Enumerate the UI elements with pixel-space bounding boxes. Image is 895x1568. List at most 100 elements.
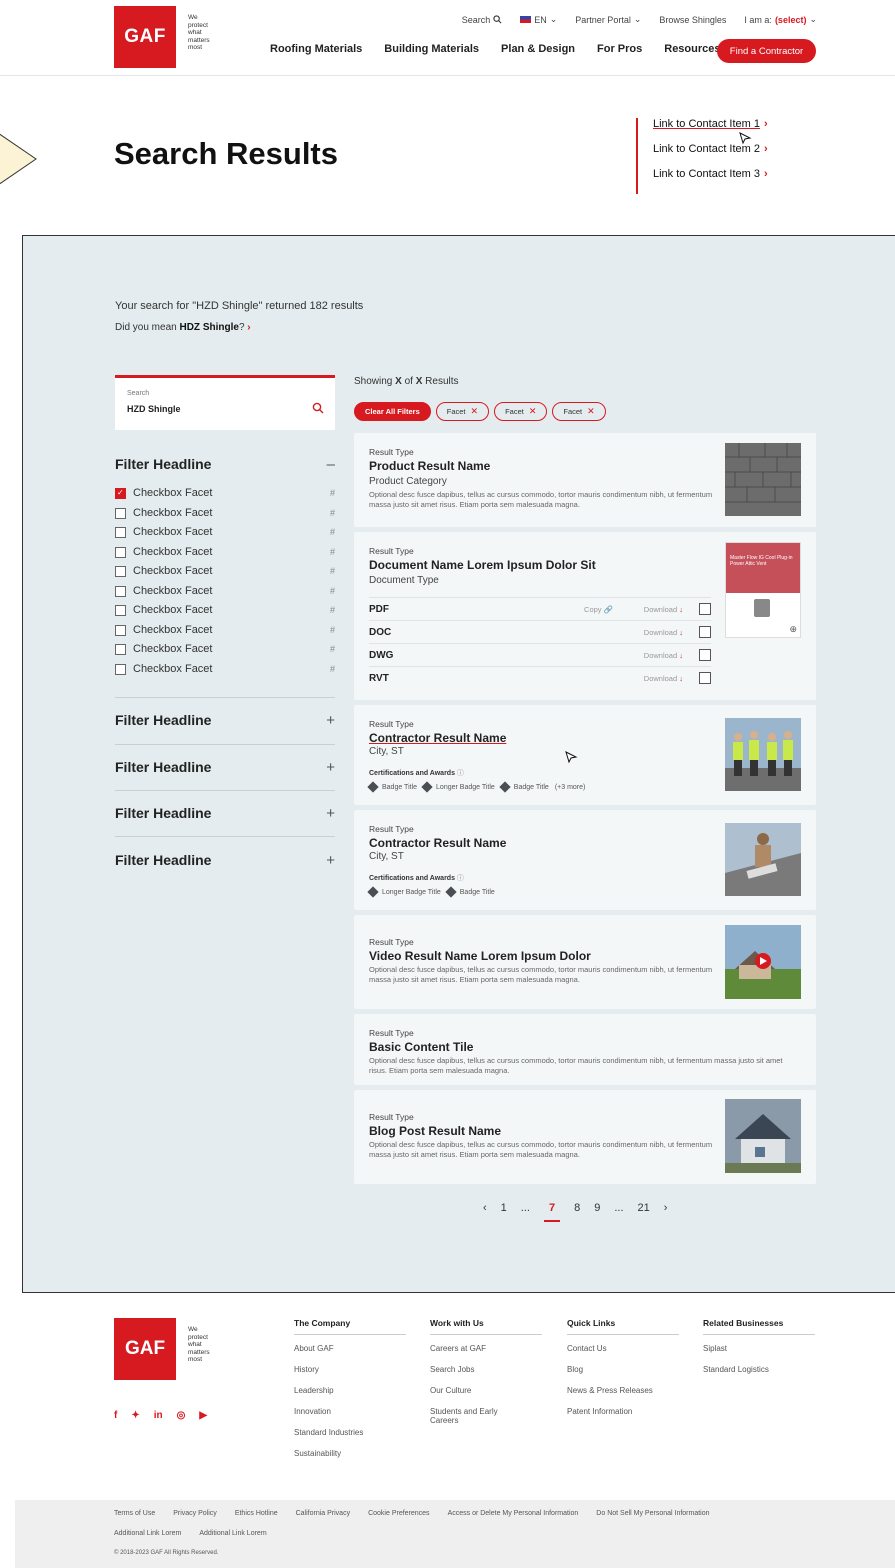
i-am-a-select[interactable]: I am a: (select) ⌄ [744, 14, 817, 25]
nav-resources[interactable]: Resources [664, 43, 720, 55]
filter-headline[interactable]: Filter Headline + [115, 759, 335, 779]
more-badges-link[interactable]: (+3 more) [555, 784, 586, 791]
footer-link[interactable]: Leadership [294, 1386, 406, 1395]
footer-link[interactable]: History [294, 1365, 406, 1374]
nav-for-pros[interactable]: For Pros [597, 43, 642, 55]
document-thumbnail[interactable]: Master Flow IG Cool Plug-in Power Attic … [725, 542, 801, 638]
checkbox-checked[interactable] [115, 487, 126, 499]
footer-link[interactable]: Standard Industries [294, 1428, 406, 1437]
product-result-card[interactable]: Result Type Product Result Name Product … [354, 433, 816, 527]
download-link[interactable]: Download ↓ [644, 628, 683, 637]
download-link[interactable]: Download ↓ [644, 674, 683, 683]
pagination-next-icon[interactable]: › [664, 1202, 668, 1214]
footer-link[interactable]: Students and Early Careers [430, 1407, 520, 1425]
contact-link-3[interactable]: Link to Contact Item 3 › [653, 168, 768, 180]
clear-all-filters-button[interactable]: Clear All Filters [354, 402, 431, 421]
checkbox[interactable] [115, 643, 126, 655]
plus-icon[interactable]: + [326, 805, 335, 822]
facet-chip[interactable]: Facet ✕ [435, 402, 490, 421]
info-icon[interactable]: ⓘ [457, 770, 464, 777]
video-result-card[interactable]: Result Type Video Result Name Lorem Ipsu… [354, 915, 816, 1009]
footer-link[interactable]: News & Press Releases [567, 1386, 679, 1395]
contact-link-1[interactable]: Link to Contact Item 1 › [653, 118, 768, 130]
legal-link[interactable]: Do Not Sell My Personal Information [596, 1510, 709, 1517]
close-icon[interactable]: ✕ [529, 406, 537, 417]
legal-link[interactable]: Terms of Use [114, 1510, 155, 1517]
plus-icon[interactable]: + [326, 852, 335, 869]
info-icon[interactable]: ⓘ [457, 875, 464, 882]
filter-headline[interactable]: Filter Headline + [115, 852, 335, 872]
footer-link[interactable]: Standard Logistics [703, 1365, 815, 1374]
facebook-icon[interactable]: f [114, 1410, 117, 1421]
close-icon[interactable]: ✕ [587, 406, 595, 417]
legal-link[interactable]: Additional Link Lorem [114, 1530, 181, 1537]
checkbox[interactable] [699, 603, 711, 615]
download-link[interactable]: Download ↓ [644, 605, 683, 614]
checkbox[interactable] [699, 626, 711, 638]
blog-result-card[interactable]: Result Type Blog Post Result Name Option… [354, 1090, 816, 1184]
checkbox[interactable] [115, 565, 126, 577]
gaf-logo[interactable]: GAF [114, 6, 176, 68]
result-name[interactable]: Video Result Name Lorem Ipsum Dolor [369, 949, 591, 963]
video-thumbnail[interactable] [725, 925, 801, 999]
result-name[interactable]: Blog Post Result Name [369, 1124, 501, 1138]
checkbox-facet[interactable]: Checkbox Facet # [115, 505, 335, 521]
legal-link[interactable]: Access or Delete My Personal Information [448, 1510, 579, 1517]
page-link[interactable]: 8 [574, 1202, 580, 1214]
checkbox[interactable] [115, 604, 126, 616]
checkbox[interactable] [699, 649, 711, 661]
utility-search[interactable]: Search [462, 15, 503, 25]
footer-link[interactable]: Innovation [294, 1407, 406, 1416]
nav-plan-design[interactable]: Plan & Design [501, 43, 575, 55]
result-name[interactable]: Contractor Result Name [369, 731, 506, 745]
checkbox[interactable] [115, 546, 126, 558]
page-link[interactable]: 21 [638, 1202, 650, 1214]
facet-chip[interactable]: Facet ✕ [552, 402, 606, 421]
legal-link[interactable]: Privacy Policy [173, 1510, 217, 1517]
copy-link[interactable]: Copy 🔗 [584, 605, 613, 614]
close-icon[interactable]: ✕ [471, 406, 479, 417]
checkbox-facet[interactable]: Checkbox Facet # [115, 661, 335, 677]
did-you-mean-term[interactable]: HDZ Shingle [179, 322, 238, 333]
nav-roofing-materials[interactable]: Roofing Materials [270, 43, 362, 55]
filter-headline[interactable]: Filter Headline + [115, 805, 335, 825]
checkbox[interactable] [699, 672, 711, 684]
page-link-current[interactable]: 7 [543, 1202, 561, 1222]
zoom-icon[interactable]: ⊕ [789, 624, 797, 635]
checkbox-facet[interactable]: Checkbox Facet # [115, 641, 335, 657]
collapse-icon[interactable]: – [327, 456, 335, 473]
footer-link[interactable]: Our Culture [430, 1386, 542, 1395]
search-icon[interactable] [312, 402, 324, 414]
plus-icon[interactable]: + [326, 712, 335, 729]
checkbox-facet[interactable]: Checkbox Facet # [115, 544, 335, 560]
footer-link[interactable]: Patent Information [567, 1407, 679, 1416]
footer-link[interactable]: Contact Us [567, 1344, 679, 1353]
page-link[interactable]: 1 [501, 1202, 507, 1214]
search-input[interactable]: HZD Shingle [127, 404, 181, 414]
language-select[interactable]: EN ⌄ [520, 14, 557, 25]
checkbox[interactable] [115, 624, 126, 636]
result-name[interactable]: Document Name Lorem Ipsum Dolor Sit [369, 558, 596, 572]
footer-link[interactable]: About GAF [294, 1344, 406, 1353]
download-link[interactable]: Download ↓ [644, 651, 683, 660]
legal-link[interactable]: Ethics Hotline [235, 1510, 278, 1517]
contractor-result-card[interactable]: Result Type Contractor Result Name City,… [354, 705, 816, 805]
checkbox-facet[interactable]: Checkbox Facet # [115, 524, 335, 540]
legal-link[interactable]: California Privacy [296, 1510, 350, 1517]
footer-link[interactable]: Careers at GAF [430, 1344, 542, 1353]
twitter-icon[interactable]: ✦ [131, 1410, 139, 1421]
checkbox[interactable] [115, 507, 126, 519]
nav-building-materials[interactable]: Building Materials [384, 43, 479, 55]
result-name[interactable]: Basic Content Tile [369, 1040, 473, 1054]
checkbox[interactable] [115, 663, 126, 675]
footer-link[interactable]: Search Jobs [430, 1365, 542, 1374]
instagram-icon[interactable]: ◎ [177, 1410, 186, 1421]
footer-link[interactable]: Sustainability [294, 1449, 406, 1458]
browse-shingles-link[interactable]: Browse Shingles [659, 15, 726, 25]
filter-headline[interactable]: Filter Headline – [115, 456, 335, 476]
legal-link[interactable]: Additional Link Lorem [199, 1530, 266, 1537]
checkbox-facet[interactable]: Checkbox Facet # [115, 622, 335, 638]
footer-link[interactable]: Blog [567, 1365, 679, 1374]
pagination-prev-icon[interactable]: ‹ [483, 1202, 487, 1214]
youtube-icon[interactable]: ▶ [199, 1410, 207, 1421]
